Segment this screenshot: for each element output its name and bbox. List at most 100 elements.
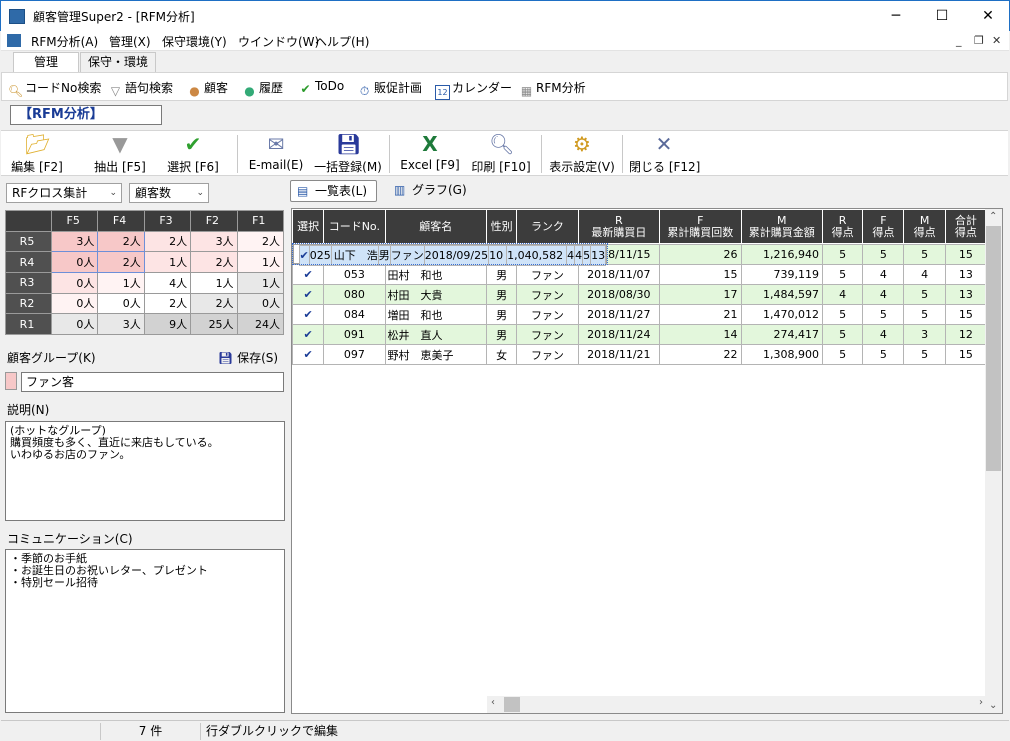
column-header[interactable]: 選択 (292, 209, 325, 244)
select-button[interactable]: ✔ 選択 [F6] (161, 133, 225, 175)
column-header[interactable]: 合計 得点 (944, 209, 988, 244)
save-group-button[interactable]: 💾︎ 保存(S) (218, 349, 278, 366)
column-header[interactable]: ランク (516, 209, 579, 244)
mdi-close-icon[interactable]: ✕ (992, 34, 1001, 47)
email-button[interactable]: ✉ E-mail(E) (245, 133, 307, 175)
edit-button[interactable]: 📂︎ 編集 [F2] (7, 133, 67, 175)
rf-cell[interactable]: 2人 (97, 230, 145, 253)
chevron-down-icon[interactable]: ⌄ (989, 700, 997, 711)
tab-maintenance[interactable]: 保守・環境 (80, 52, 156, 72)
group-name-field[interactable]: ファン客 (21, 372, 284, 392)
table-row[interactable]: ✔ 091 松井 直人男ファン 2018/11/24 14 274,417 5 4 3 12 (292, 324, 988, 345)
row-check-icon[interactable]: ✔ (292, 284, 325, 305)
table-row[interactable]: ✔ 025 山下 浩男ファン 2018/09/25 10 1,040,582 4 4 5 13 (292, 243, 609, 266)
display-settings-button[interactable]: ⚙ 表示設定(V) (549, 133, 615, 175)
nav-todo[interactable]: ✔ ToDo (298, 79, 344, 97)
table-row[interactable]: ✔ 080 村田 大貴男ファン 2018/08/30 17 1,484,597 4 4 5 13 (292, 284, 988, 305)
nav-rfm[interactable]: ▦ RFM分析 (519, 79, 586, 99)
mdi-minimize-icon[interactable]: _ (956, 34, 962, 47)
rf-cell[interactable]: 2人 (190, 251, 238, 273)
rf-cell[interactable]: 0人 (50, 292, 99, 315)
column-header[interactable]: 性別 (486, 209, 518, 244)
horizontal-scrollbar[interactable]: ‹ › (487, 696, 987, 713)
nav-word-search[interactable]: ▽ 語句検索 (108, 79, 173, 99)
rf-cell[interactable]: 24人 (236, 313, 285, 335)
rf-cell[interactable]: 2人 (236, 230, 285, 253)
scrollbar-thumb[interactable] (986, 226, 1001, 471)
rf-cell[interactable]: 1人 (143, 251, 192, 273)
print-button[interactable]: 🔍︎ 印刷 [F10] (469, 133, 533, 175)
chevron-left-icon[interactable]: ‹ (491, 697, 495, 708)
nav-code-search[interactable]: 🔍︎ コードNo検索 (8, 79, 101, 99)
row-check-icon[interactable]: ✔ (298, 245, 310, 266)
rf-cell[interactable]: 0人 (236, 292, 285, 315)
chevron-right-icon[interactable]: › (979, 697, 983, 708)
row-check-icon[interactable]: ✔ (292, 264, 325, 285)
menu-manage[interactable]: 管理(X) (109, 33, 151, 50)
column-header[interactable]: R 得点 (822, 209, 864, 244)
rf-cell[interactable]: 1人 (236, 271, 285, 294)
menu-rfm[interactable]: RFM分析(A) (31, 33, 98, 50)
maximize-button[interactable]: ☐ (919, 1, 965, 31)
column-header[interactable]: R 最新購買日 (577, 209, 661, 244)
column-header[interactable]: コードNo. (323, 209, 386, 244)
nav-promo-plan[interactable]: ⏱ 販促計画 (357, 79, 422, 99)
tab-graph[interactable]: ▥ グラフ(G) (388, 180, 474, 202)
measure-select[interactable]: 顧客数 ⌄ (129, 183, 209, 203)
extract-button[interactable]: ▼ 抽出 [F5] (88, 133, 152, 175)
rf-cell[interactable]: 1人 (236, 251, 285, 273)
row-check-icon[interactable]: ✔ (292, 344, 325, 365)
column-header[interactable]: F 累計購買回数 (659, 209, 742, 244)
rf-cell[interactable]: 3人 (190, 230, 238, 253)
row-check-icon[interactable]: ✔ (292, 304, 325, 325)
customer-table: 選択 コードNo. 顧客名 性別 ランク R 最新購買日 F 累計購買回数 M 累計購買金額 R… (292, 209, 988, 365)
rf-cell[interactable]: 0人 (50, 271, 99, 294)
row-check-icon[interactable]: ✔ (292, 324, 325, 345)
rf-cell[interactable]: 2人 (97, 251, 145, 273)
description-textarea[interactable]: (ホットなグループ) 購買頻度も多く、直近に来店もしている。 いわゆるお店のファ… (5, 421, 285, 521)
mdi-restore-icon[interactable]: ❐ (974, 34, 984, 47)
rf-cell[interactable]: 1人 (190, 271, 238, 294)
nav-calendar[interactable]: 12 カレンダー (435, 79, 512, 100)
rf-cell[interactable]: 0人 (97, 292, 145, 315)
table-cell: 1,470,012 (740, 304, 824, 325)
close-button[interactable]: ✕ 閉じる [F12] (629, 133, 700, 175)
nav-customer[interactable]: ● 顧客 (187, 79, 228, 99)
menu-window[interactable]: ウインドウ(W) (238, 33, 319, 50)
nav-history[interactable]: ● 履歴 (242, 79, 283, 99)
column-header[interactable]: 顧客名 (384, 209, 488, 244)
table-row[interactable]: ✔ 084 増田 和也男ファン 2018/11/27 21 1,470,012 5 5 5 15 (292, 304, 988, 325)
excel-button[interactable]: X Excel [F9] (399, 133, 461, 175)
chevron-up-icon[interactable]: ⌃ (989, 211, 997, 222)
minimize-button[interactable]: ─ (873, 1, 919, 31)
rf-cell[interactable]: 3人 (97, 313, 145, 335)
aggregation-select[interactable]: RFクロス集計 ⌄ (6, 183, 122, 203)
scrollbar-thumb[interactable] (504, 697, 520, 712)
communication-textarea[interactable]: ・季節のお手紙 ・お誕生日のお祝いレター、プレゼント ・特別セール招待 (5, 549, 285, 713)
menu-maintenance[interactable]: 保守環境(Y) (162, 33, 227, 50)
menu-help[interactable]: ヘルプ(H) (315, 33, 369, 50)
rf-cell[interactable]: 0人 (50, 313, 99, 335)
rf-cell[interactable]: 25人 (190, 313, 238, 335)
rf-cell[interactable]: 2人 (190, 292, 238, 315)
bulk-register-button[interactable]: 💾︎ 一括登録(M) (313, 133, 383, 175)
column-header[interactable]: M 累計購買金額 (740, 209, 824, 244)
rf-cell[interactable]: 1人 (97, 271, 145, 294)
rf-cell[interactable]: 4人 (143, 271, 192, 294)
rf-cell[interactable]: 9人 (143, 313, 192, 335)
rf-cell[interactable]: 3人 (50, 230, 99, 253)
vertical-scrollbar[interactable]: ⌃ ⌄ (985, 209, 1002, 713)
document-icon[interactable] (7, 34, 21, 47)
rf-cell[interactable]: 2人 (143, 230, 192, 253)
table-cell: 2018/11/27 (577, 304, 661, 325)
rf-cell[interactable]: 2人 (143, 292, 192, 315)
column-header[interactable]: M 得点 (903, 209, 946, 244)
tab-list[interactable]: ▤ 一覧表(L) (290, 180, 377, 202)
tab-manage[interactable]: 管理 (13, 52, 79, 73)
table-row[interactable]: ✔ 053 田村 和也男ファン 2018/11/07 15 739,119 5 4 4 13 (292, 264, 988, 285)
group-color-swatch[interactable] (5, 372, 17, 390)
column-header[interactable]: F 得点 (862, 209, 905, 244)
close-window-button[interactable]: ✕ (965, 1, 1010, 31)
table-row[interactable]: ✔ 097 野村 恵美子女ファン 2018/11/21 22 1,308,900 5 5 5 15 (292, 344, 988, 365)
rf-cell[interactable]: 0人 (50, 251, 99, 273)
